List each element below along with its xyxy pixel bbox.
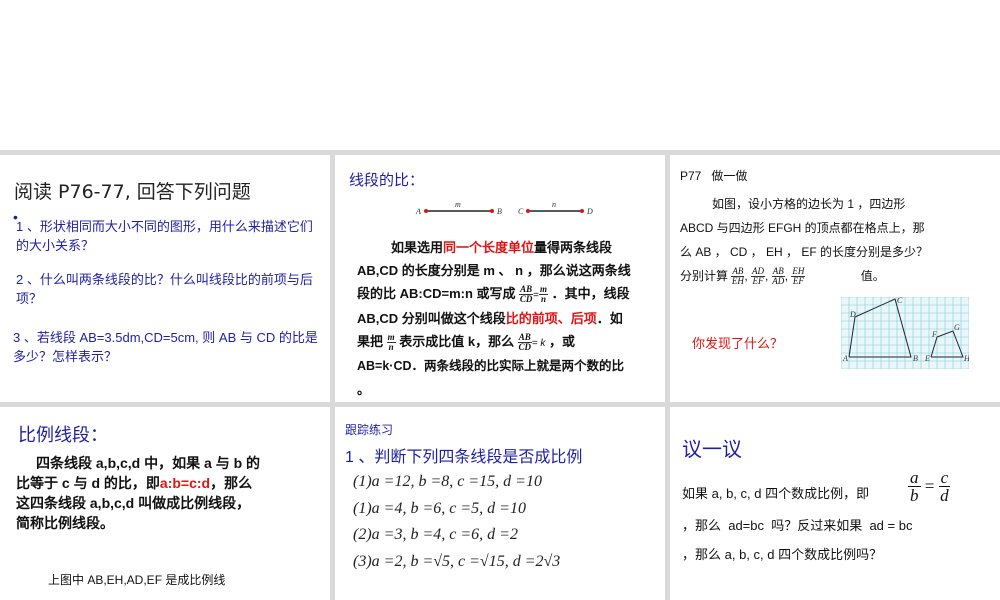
text: ，或: [549, 334, 576, 349]
panel-title: 线段的比：: [349, 172, 425, 189]
text: 如图，设小方格的边长为 1 ，四边形: [712, 197, 906, 211]
text: 么 AB ， CD ， EH ， EF 的长度分别是多少？: [680, 245, 929, 259]
text: 段的比 AB:CD=m:n 或写成: [357, 286, 516, 301]
text: ABCD 与四边形 EFGH 的顶点都在格点上，那: [680, 221, 925, 235]
label-n: n: [552, 200, 556, 209]
label-b: B: [497, 207, 502, 216]
question-3: 3 、若线段 AB=3.5dm,CD=5cm, 则 AB 与 CD 的比是多少？…: [13, 330, 318, 364]
paragraph: 如图，设小方格的边长为 1 ，四边形 ABCD 与四边形 EFGH 的顶点都在格…: [680, 192, 995, 288]
label-c: C: [897, 297, 903, 305]
panel-discussion: 议一议 如果 a, b, c, d 四个数成比例，即 ab = cd ，那么 a…: [670, 407, 1000, 600]
label-f: F: [931, 330, 937, 339]
label-a: A: [842, 354, 848, 363]
text: AB=k·CD．两条线段的比实际上就是两个数的比: [357, 359, 625, 373]
text: AB,CD 的长度分别是 m 、 n ，那么说这两条线: [357, 263, 631, 278]
text: ，那么: [210, 475, 253, 491]
label-d: D: [586, 207, 593, 216]
footer-text: 上图中 AB,EH,AD,EF 是成比例线: [48, 573, 226, 587]
text: 四条线段 a,b,c,d 中，如果 a 与 b 的: [36, 455, 261, 471]
question-1: 1 、形状相同而大小不同的图形，用什么来描述它们的大小关系？: [16, 219, 313, 253]
fraction: AB EH: [731, 266, 745, 287]
exercise-item: (1)a =4, b =6, c =5, d =10: [353, 500, 526, 517]
panel-title: 比例线段：: [18, 425, 108, 445]
label-c: C: [518, 207, 524, 216]
fraction: AB CD: [519, 284, 534, 305]
text: ．如: [596, 311, 623, 326]
text: 简称比例线段。: [16, 515, 114, 531]
fraction: AD EF: [751, 266, 766, 287]
fraction: AB CD: [517, 332, 532, 353]
equals-k: = k: [531, 338, 546, 349]
panel-title: 1 、判断下列四条线段是否成比例: [345, 449, 583, 466]
panel-segment-ratio: 线段的比： A B C D m n 如果选用同一个长度单位量得两条线段 AB,C…: [335, 155, 665, 402]
highlight-text: a:b=c:d: [159, 475, 211, 491]
text: 比等于 c 与 d 的比，即: [16, 475, 160, 491]
panel-do-it: P77 做一做 如图，设小方格的边长为 1 ，四边形 ABCD 与四边形 EFG…: [670, 155, 1000, 402]
exercise-item: (1)a =12, b =8, c =15, d =10: [353, 473, 542, 490]
paragraph: 如果选用同一个长度单位量得两条线段 AB,CD 的长度分别是 m 、 n ，那么…: [357, 236, 657, 401]
highlight-text: 比的前项、后项: [505, 311, 597, 326]
panel-proportional-segments: 比例线段： 四条线段 a,b,c,d 中，如果 a 与 b 的 比等于 c 与 …: [0, 407, 330, 600]
exercise-item: (3)a =2, b =√5, c =√15, d =2√3: [353, 553, 561, 570]
label-b: B: [913, 354, 918, 363]
text: 果把: [357, 334, 384, 349]
highlight-text: 同一个长度单位: [443, 240, 535, 255]
question-2: 2 、什么叫两条线段的比？什么叫线段比的前项与后项？: [16, 272, 313, 306]
panel-title: 议一议: [682, 439, 742, 461]
text: 。: [357, 382, 371, 397]
text: 量得两条线段: [534, 240, 613, 255]
label-e: E: [924, 354, 930, 363]
text: 如果选用: [391, 240, 444, 255]
exercise-item: (2)a =3, b =4, c =6, d =2: [353, 526, 518, 543]
label-a: A: [415, 207, 421, 216]
text: ，那么 ad=bc 吗？反过来如果 ad = bc: [682, 518, 913, 533]
text: AB,CD 分别叫做这个线段: [357, 311, 506, 326]
panel-heading: 跟踪练习: [345, 423, 394, 437]
top-blank-area: [0, 0, 1000, 150]
segment-diagram: A B C D m n: [415, 200, 593, 216]
text: 值。: [860, 269, 885, 283]
label-m: m: [455, 200, 461, 209]
fraction: AB AD: [771, 266, 785, 287]
formula: ab = cd: [908, 468, 951, 505]
text: ，那么 a, b, c, d 四个数成比例吗？: [682, 547, 883, 562]
text: 如果 a, b, c, d 四个数成比例，即: [682, 486, 870, 501]
label-d: D: [849, 310, 856, 319]
question-text: 你发现了什么？: [692, 336, 784, 351]
fraction: mn: [386, 332, 396, 353]
text: 表示成比值 k，那么: [399, 334, 515, 349]
label-g: G: [954, 323, 960, 332]
fraction: EH EF: [791, 266, 806, 287]
label-h: H: [963, 354, 969, 363]
panel-reading-questions: 阅读 P76-77, 回答下列问题 • 1 、形状相同而大小不同的图形，用什么来…: [0, 155, 330, 402]
quadrilateral-grid-figure: A B C D E F G H: [841, 297, 969, 369]
panel-heading: P77 做一做: [680, 169, 748, 183]
paragraph: 四条线段 a,b,c,d 中，如果 a 与 b 的 比等于 c 与 d 的比，即…: [16, 453, 321, 533]
text: 分别计算: [680, 269, 729, 283]
text: 这四条线段 a,b,c,d 叫做成比例线段，: [16, 495, 251, 511]
panel-title: 阅读 P76-77, 回答下列问题: [14, 181, 251, 203]
text: ．其中，线段: [551, 286, 630, 301]
panel-practice: 跟踪练习 1 、判断下列四条线段是否成比例 (1)a =12, b =8, c …: [335, 407, 665, 600]
fraction: mn: [539, 284, 549, 305]
